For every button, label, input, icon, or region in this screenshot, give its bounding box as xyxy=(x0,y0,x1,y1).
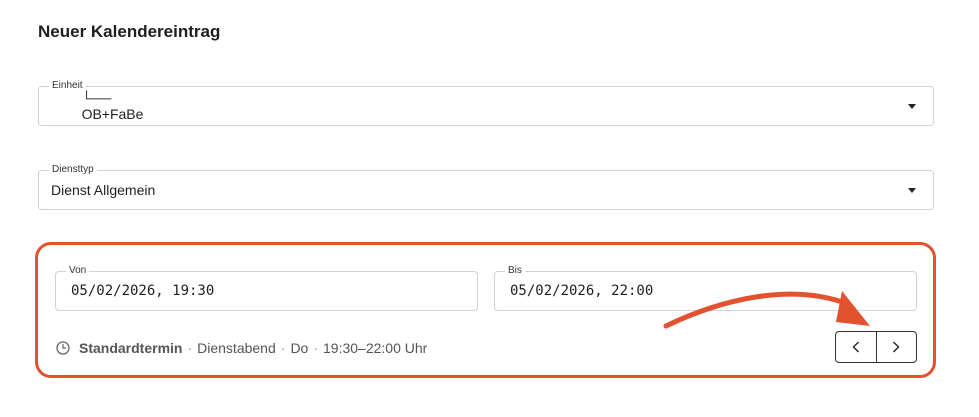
diensttyp-value: Dienst Allgemein xyxy=(51,182,156,198)
einheit-value: └── OB+FaBe xyxy=(66,74,144,138)
von-value: 05/02/2026, 19:30 xyxy=(71,283,215,299)
status-name: Standardtermin xyxy=(79,340,183,356)
chevron-right-icon xyxy=(893,341,900,353)
status-separator: · xyxy=(313,340,319,356)
prev-next-button-group xyxy=(835,331,917,363)
von-label: Von xyxy=(66,265,90,277)
status-part: Dienstabend xyxy=(197,340,276,356)
von-datetime-input[interactable]: Von 05/02/2026, 19:30 xyxy=(55,265,478,311)
status-separator: · xyxy=(280,340,286,356)
diensttyp-label: Diensttyp xyxy=(49,164,97,176)
einheit-selected: OB+FaBe xyxy=(81,106,144,122)
status-part: 19:30–22:00 Uhr xyxy=(323,340,428,356)
bis-datetime-input[interactable]: Bis 05/02/2026, 22:00 xyxy=(494,265,917,311)
clock-icon xyxy=(56,341,70,355)
einheit-select[interactable]: Einheit └── OB+FaBe xyxy=(38,80,934,126)
page-title: Neuer Kalendereintrag xyxy=(38,22,221,41)
tree-branch-icon: └── xyxy=(81,90,112,106)
bis-label: Bis xyxy=(505,265,525,277)
status-part: Do xyxy=(290,340,309,356)
next-button[interactable] xyxy=(875,332,917,362)
previous-button[interactable] xyxy=(836,332,876,362)
einheit-dropdown-icon[interactable] xyxy=(908,104,916,109)
status-separator: · xyxy=(187,340,193,356)
chevron-left-icon xyxy=(852,341,859,353)
diensttyp-dropdown-icon[interactable] xyxy=(908,188,916,193)
diensttyp-select[interactable]: Diensttyp Dienst Allgemein xyxy=(38,164,934,210)
bis-value: 05/02/2026, 22:00 xyxy=(510,283,654,299)
status-line: Standardtermin · Dienstabend · Do · 19:3… xyxy=(56,338,427,358)
